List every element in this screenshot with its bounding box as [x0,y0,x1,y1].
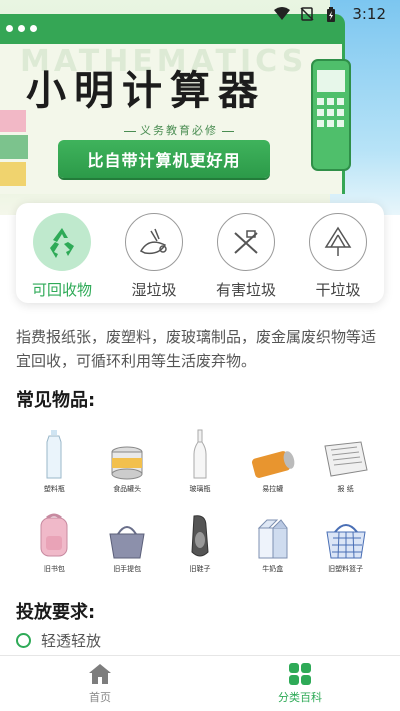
plastic-basket-icon [326,524,366,559]
wifi-icon [274,7,291,21]
hazardous-waste-icon [217,213,275,271]
backpack-icon [40,513,68,557]
item-caption: 食品罐头 [113,485,142,493]
tab-label: 首页 [89,691,111,704]
item-caption: 旧书包 [43,565,65,573]
status-bar: 3:12 [0,0,400,28]
item-newspaper[interactable]: 报 纸 [309,418,382,498]
tab-home[interactable]: 首页 [0,656,200,711]
tab-category-encyclopedia[interactable]: 分类百科 [200,656,400,711]
item-shoe[interactable]: 旧鞋子 [164,498,237,578]
banner-cta-button[interactable]: 比自带计算机更好用 [58,140,270,178]
common-items-title: 常见物品: [16,390,96,411]
item-caption: 旧手提包 [113,565,142,573]
category-card: 可回收物 湿垃圾 有害垃圾 干垃圾 [16,203,384,303]
category-label: 湿垃圾 [131,281,177,299]
status-time: 3:12 [352,5,386,23]
item-caption: 旧鞋子 [189,565,211,573]
category-description: 指费报纸张，废塑料，废玻璃制品，废金属废织物等适宜回收，可循环利用等生活废弃物。 [16,328,377,370]
banner-title: 小明计算器 [26,68,266,114]
category-recyclable[interactable]: 可回收物 [22,213,102,300]
item-milk-carton[interactable]: 牛奶盒 [236,498,309,578]
phone-illustration-icon [311,59,351,171]
category-hazardous-waste[interactable]: 有害垃圾 [206,213,286,300]
item-caption: 易拉罐 [262,485,284,493]
grid-icon [289,663,311,685]
common-items-grid: 塑料瓶 食品罐头 玻璃瓶 易拉罐 报 纸 旧书包 旧手提包 旧鞋子 牛奶盒 旧塑… [18,418,382,578]
no-sim-icon [300,7,316,21]
soda-can-icon [251,451,295,478]
requirement-text: 轻透轻放 [41,632,102,650]
requirements-title: 投放要求: [16,602,96,623]
home-icon [89,664,111,684]
plastic-bottle-icon [46,430,62,479]
category-label: 有害垃圾 [215,281,276,299]
food-can-icon [111,446,143,480]
item-plastic-basket[interactable]: 旧塑料篮子 [309,498,382,578]
item-backpack[interactable]: 旧书包 [18,498,91,578]
item-caption: 旧塑料篮子 [328,565,364,573]
dry-waste-icon [309,213,367,271]
item-soda-can[interactable]: 易拉罐 [236,418,309,498]
glass-bottle-icon [193,429,207,479]
category-label: 干垃圾 [315,281,361,299]
item-caption: 报 纸 [337,485,354,493]
requirement-item: 轻透轻放 [16,630,101,651]
bullet-ring-icon [16,633,31,648]
item-handbag[interactable]: 旧手提包 [91,498,164,578]
banner-subtitle: 义务教育必修 [120,122,238,138]
books-illustration-icon [0,110,28,186]
wet-waste-icon [125,213,183,271]
handbag-icon [109,526,145,559]
newspaper-icon [323,441,368,477]
item-glass-bottle[interactable]: 玻璃瓶 [164,418,237,498]
recycle-icon [33,213,91,271]
item-food-can[interactable]: 食品罐头 [91,418,164,498]
category-label: 可回收物 [31,281,92,299]
item-caption: 牛奶盒 [262,565,284,573]
category-dry-waste[interactable]: 干垃圾 [298,213,378,300]
item-plastic-bottle[interactable]: 塑料瓶 [18,418,91,498]
item-caption: 塑料瓶 [43,485,65,493]
tab-label: 分类百科 [278,691,322,704]
milk-carton-icon [257,519,288,559]
bottom-tab-bar: 首页 分类百科 [0,655,400,711]
banner[interactable]: MATHEMATICS 小明计算器 义务教育必修 比自带计算机更好用 [0,0,400,215]
shoe-icon [191,515,209,557]
battery-icon [326,7,342,22]
category-wet-waste[interactable]: 湿垃圾 [114,213,194,300]
item-caption: 玻璃瓶 [189,485,211,493]
